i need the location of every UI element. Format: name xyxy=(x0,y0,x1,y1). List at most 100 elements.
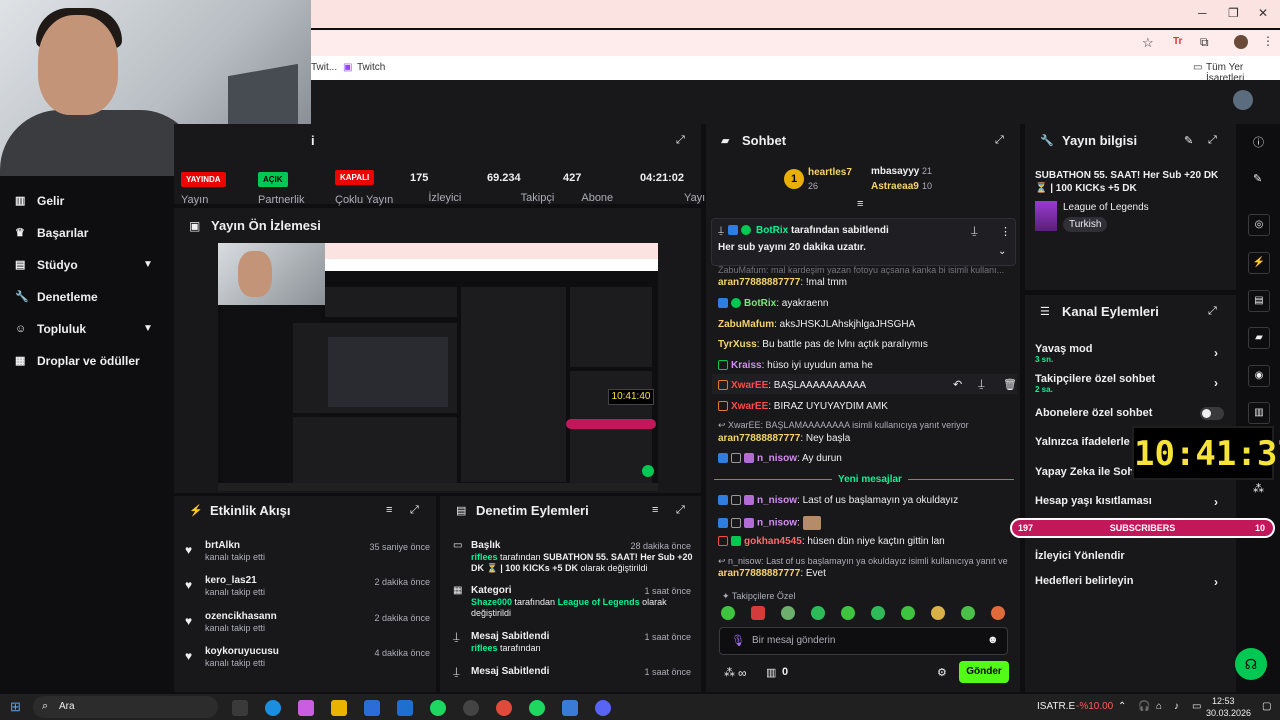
slow-mode-label[interactable]: Yavaş mod xyxy=(1035,343,1092,355)
collapse-icon[interactable]: ≡ xyxy=(857,198,863,210)
battery-icon[interactable]: ▭ xyxy=(1192,701,1201,712)
mod-user[interactable]: riflees xyxy=(471,643,498,653)
sidebar-item-denetleme[interactable]: 🔧 Denetleme xyxy=(15,290,98,304)
flash-icon[interactable]: ⚡ xyxy=(1248,252,1270,274)
chat-user[interactable]: n_nisow xyxy=(757,453,797,464)
chevron-right-icon[interactable]: › xyxy=(1214,346,1218,360)
activity-name[interactable]: kero_las21 xyxy=(205,575,257,586)
filter-icon[interactable]: ≡ xyxy=(652,504,658,516)
emote-icon[interactable] xyxy=(781,606,795,620)
tag-badge[interactable]: Turkish xyxy=(1063,217,1108,232)
points-icon[interactable]: ⁂ xyxy=(724,666,735,679)
chat-user[interactable]: XwarEE xyxy=(731,401,768,412)
layout-icon[interactable]: ▥ xyxy=(1248,402,1270,424)
obs-icon[interactable] xyxy=(463,700,479,716)
followers-only-label[interactable]: Takipçilere özel sohbet xyxy=(1035,373,1155,385)
file-explorer-icon[interactable] xyxy=(331,700,347,716)
minimize-button[interactable]: ─ xyxy=(1198,6,1207,20)
emote-icon[interactable] xyxy=(751,606,765,620)
edit-icon[interactable]: ✎ xyxy=(1253,172,1262,185)
points-icon[interactable]: ⁂ xyxy=(1253,482,1264,495)
mod-user[interactable]: Shaze000 xyxy=(471,597,512,607)
leader2-name[interactable]: mbasayyy xyxy=(871,166,919,177)
sidebar-item-gelir[interactable]: ▥ Gelir xyxy=(15,194,64,208)
spotify-icon[interactable] xyxy=(430,700,446,716)
chat-user[interactable]: aran77888887777 xyxy=(718,568,800,579)
emote-icon[interactable] xyxy=(931,606,945,620)
broadcast-icon[interactable]: ◉ xyxy=(1248,365,1270,387)
chevron-down-icon[interactable]: ▼ xyxy=(143,323,153,334)
clip-icon[interactable]: ◎ xyxy=(1248,214,1270,236)
emote-icon[interactable] xyxy=(871,606,885,620)
chat-user[interactable]: BotRix xyxy=(744,298,776,309)
app-icon[interactable] xyxy=(529,700,545,716)
gift-icon[interactable]: ▥ xyxy=(766,666,776,679)
tray-chevron-icon[interactable]: ⌃ xyxy=(1118,701,1126,712)
profile-icon[interactable] xyxy=(1234,35,1248,49)
chat-user[interactable]: XwarEE xyxy=(731,380,768,391)
emote-icon[interactable] xyxy=(841,606,855,620)
discord-icon[interactable] xyxy=(595,700,611,716)
send-button[interactable]: Gönder xyxy=(959,661,1009,683)
expand-icon[interactable]: ⤢ xyxy=(1208,305,1217,318)
stream-preview[interactable]: 10:41:40 xyxy=(218,243,658,491)
filter-icon[interactable]: ≡ xyxy=(386,504,392,516)
pin-icon[interactable]: ⍊ xyxy=(971,225,978,238)
leader3-name[interactable]: Astraeaa9 xyxy=(871,181,919,192)
volume-icon[interactable]: ♪ xyxy=(1174,701,1179,712)
address-bar[interactable] xyxy=(311,30,1280,56)
chat-user[interactable]: TyrXuss xyxy=(718,339,757,350)
app-icon[interactable] xyxy=(562,700,578,716)
clock-time[interactable]: 12:53 xyxy=(1212,696,1235,706)
sidebar-item-basarilar[interactable]: ♛ Başarılar xyxy=(15,226,88,240)
emote-icon[interactable] xyxy=(961,606,975,620)
avatar[interactable] xyxy=(1233,90,1253,110)
chat-bubble-icon[interactable]: ▰ xyxy=(1248,327,1270,349)
chevron-down-icon[interactable]: ⌄ xyxy=(998,246,1006,257)
network-icon[interactable]: ⌂ xyxy=(1156,701,1162,712)
expand-icon[interactable]: ⤢ xyxy=(1208,134,1217,147)
chat-user[interactable]: aran77888887777 xyxy=(718,433,800,444)
goals-label[interactable]: Hedefleri belirleyin xyxy=(1035,575,1133,587)
store-icon[interactable] xyxy=(364,700,380,716)
microphone-icon[interactable]: 🎙 xyxy=(731,634,745,647)
edge-icon[interactable] xyxy=(265,700,281,716)
sidebar-item-topluluk[interactable]: ☺ Topluluk xyxy=(15,322,86,336)
task-view-icon[interactable] xyxy=(232,700,248,716)
maximize-button[interactable]: ❐ xyxy=(1228,6,1239,20)
notification-icon[interactable]: ▢ xyxy=(1262,701,1271,712)
chat-user[interactable]: n_nisow xyxy=(757,495,797,506)
expand-icon[interactable]: ⤢ xyxy=(995,134,1004,147)
emoji-icon[interactable]: ☻ xyxy=(987,634,999,646)
expand-icon[interactable]: ⤢ xyxy=(676,504,685,517)
support-chat-icon[interactable]: ☊ xyxy=(1235,648,1267,680)
account-age-label[interactable]: Hesap yaşı kısıtlaması xyxy=(1035,495,1152,507)
emote-icon[interactable] xyxy=(901,606,915,620)
category-name[interactable]: League of Legends xyxy=(1063,202,1149,213)
puzzle-icon[interactable]: ⧉ xyxy=(1200,35,1209,50)
star-icon[interactable]: ☆ xyxy=(1142,35,1154,51)
emote-icon[interactable] xyxy=(721,606,735,620)
chat-user[interactable]: ZabuMafum xyxy=(718,319,774,330)
sidebar-item-droplar[interactable]: ▦ Droplar ve ödüller xyxy=(15,354,140,368)
emote-icon[interactable] xyxy=(991,606,1005,620)
activity-name[interactable]: koykoruyucusu xyxy=(205,646,279,657)
headset-icon[interactable]: 🎧 xyxy=(1138,701,1150,712)
activity-name[interactable]: brtAlkn xyxy=(205,540,240,551)
subs-only-toggle[interactable] xyxy=(1200,407,1224,420)
mod-user[interactable]: riflees xyxy=(471,552,498,562)
close-button[interactable]: ✕ xyxy=(1258,6,1268,20)
chrome-icon[interactable] xyxy=(496,700,512,716)
windows-start-icon[interactable]: ⊞ xyxy=(10,699,21,715)
clock-date[interactable]: 30.03.2026 xyxy=(1206,708,1251,718)
edit-icon[interactable]: ✎ xyxy=(1184,134,1193,147)
expand-icon[interactable]: ⤢ xyxy=(676,134,685,147)
leader1-name[interactable]: heartles7 xyxy=(808,167,852,178)
settings-icon[interactable]: ⚙ xyxy=(937,666,947,679)
twitch-bookmark[interactable]: Twitch xyxy=(357,62,385,73)
trash-icon[interactable]: 🗑 xyxy=(1003,378,1017,391)
chevron-right-icon[interactable]: › xyxy=(1214,376,1218,390)
chat-user[interactable]: aran77888887777 xyxy=(718,277,800,288)
pinned-by-user[interactable]: BotRix xyxy=(756,225,788,236)
bookmark-prefix[interactable]: Twit... xyxy=(311,62,337,73)
